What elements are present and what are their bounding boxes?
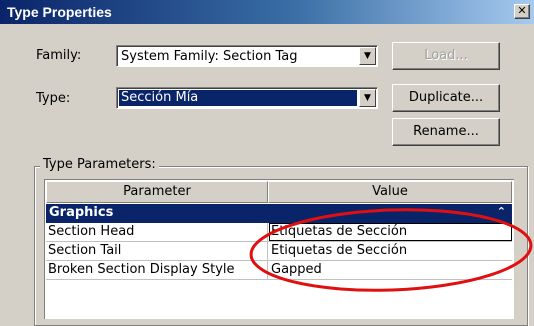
table-row[interactable]: Section Tail Etiquetas de Sección <box>46 242 512 261</box>
table-row[interactable]: Section Head Etiquetas de Sección <box>46 223 512 242</box>
load-button[interactable]: Load... <box>392 42 500 70</box>
value-cell[interactable]: Etiquetas de Sección <box>269 242 512 260</box>
type-value: Sección Mía <box>119 90 357 106</box>
title-bar[interactable]: Type Properties ✕ <box>0 0 534 24</box>
family-dropdown[interactable]: System Family: Section Tag ▼ <box>116 45 378 67</box>
category-row-graphics[interactable]: Graphics ⌃ <box>46 204 512 223</box>
parameter-cell: Section Head <box>46 223 268 241</box>
table-row[interactable]: Broken Section Display Style Gapped <box>46 261 512 280</box>
family-value: System Family: Section Tag <box>121 49 298 64</box>
chevron-down-icon[interactable]: ▼ <box>359 89 376 107</box>
close-button[interactable]: ✕ <box>514 4 530 19</box>
chevron-down-icon[interactable]: ▼ <box>359 47 376 65</box>
value-cell[interactable]: Gapped <box>269 261 512 279</box>
column-header-value[interactable]: Value <box>268 181 512 203</box>
rename-button[interactable]: Rename... <box>392 118 500 146</box>
column-header-parameter[interactable]: Parameter <box>46 181 268 203</box>
type-parameters-label: Type Parameters: <box>40 157 159 172</box>
parameters-grid: Parameter Value Graphics ⌃ Section Head … <box>44 179 514 319</box>
parameter-cell: Section Tail <box>46 242 268 260</box>
category-label: Graphics <box>49 205 114 220</box>
family-label: Family: <box>36 48 82 63</box>
window-title: Type Properties <box>7 4 112 20</box>
type-dropdown[interactable]: Sección Mía ▼ <box>116 87 378 109</box>
collapse-icon[interactable]: ⌃ <box>497 205 506 218</box>
value-cell[interactable]: Etiquetas de Sección <box>269 223 512 241</box>
parameter-cell: Broken Section Display Style <box>46 261 268 279</box>
close-icon: ✕ <box>517 4 527 17</box>
type-label: Type: <box>36 91 71 106</box>
duplicate-button[interactable]: Duplicate... <box>392 84 500 112</box>
type-properties-dialog: Type Properties ✕ Family: System Family:… <box>0 0 534 326</box>
